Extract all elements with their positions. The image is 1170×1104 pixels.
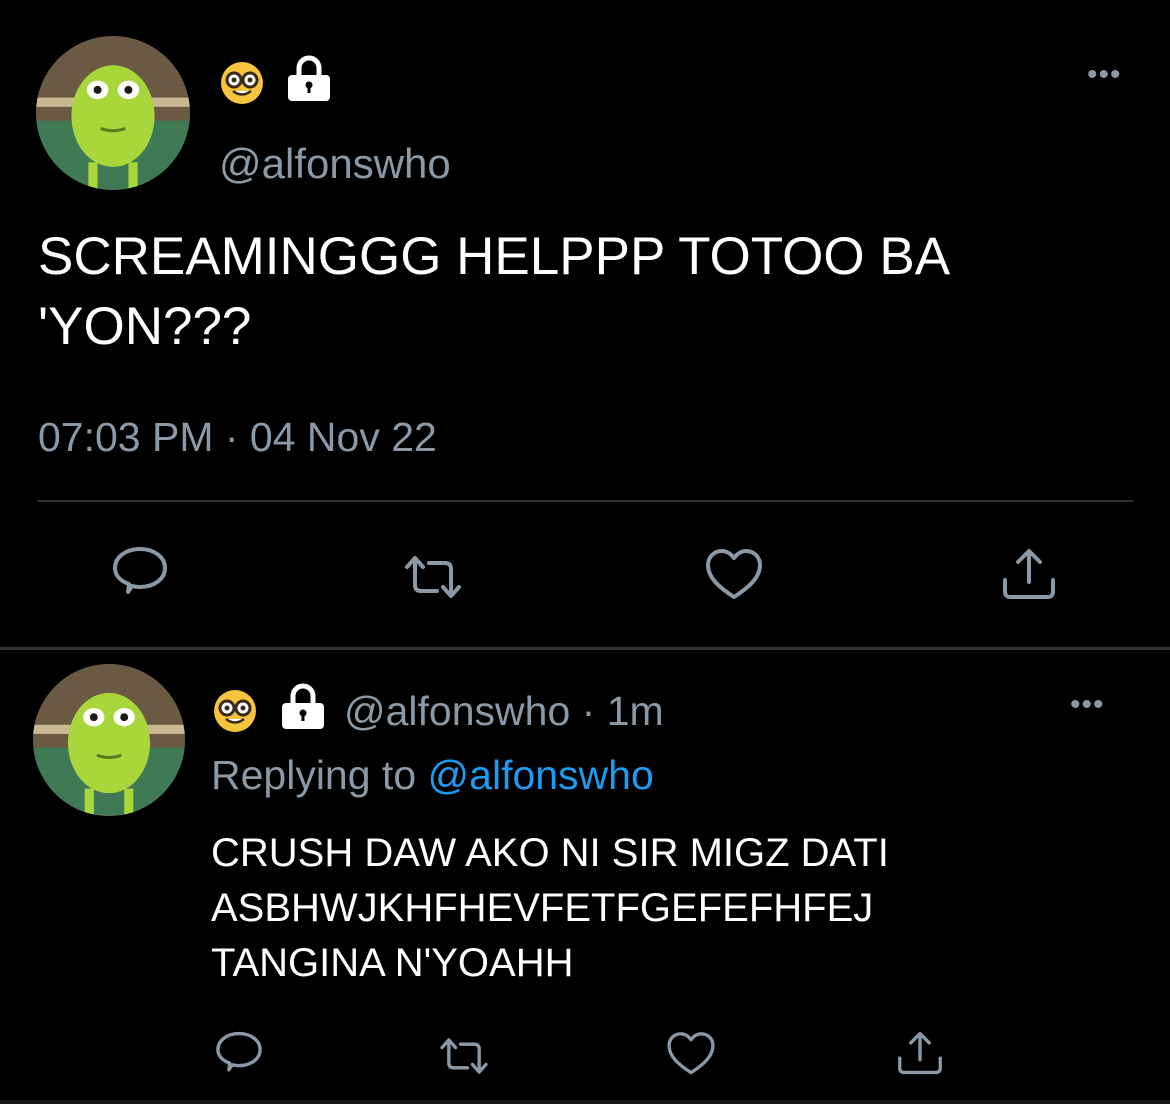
more-options-button[interactable]: ••• [1070, 690, 1105, 720]
share-icon [1003, 549, 1055, 599]
reply-icon [216, 1031, 262, 1072]
more-options-button[interactable]: ••• [1087, 60, 1122, 90]
avatar-image [33, 664, 185, 816]
avatar[interactable] [36, 36, 190, 190]
separator: · [581, 688, 596, 734]
tweet-text: SCREAMINGGG HELPPP TOTOO BA 'YON??? [38, 222, 1138, 362]
retweet-icon [440, 1038, 488, 1074]
reply-time[interactable]: 1m [607, 688, 664, 734]
reply-text-line: ASBHWJKHFHEVFETFGEFEFHFEJ [211, 886, 874, 930]
share-button[interactable] [893, 1026, 947, 1080]
divider [0, 1100, 1170, 1104]
reply-button[interactable] [108, 540, 172, 604]
reply-author-meta: @alfonswho · 1m [344, 688, 664, 735]
reply-icon [113, 547, 167, 594]
divider [0, 647, 1170, 650]
tweet-text-line: 'YON??? [38, 297, 252, 356]
replying-to-handle-link[interactable]: @alfonswho [428, 752, 654, 798]
replying-to-label: Replying to [211, 752, 417, 798]
tweet-timestamp[interactable]: 07:03 PM · 04 Nov 22 [38, 414, 437, 461]
nerd-face-emoji [212, 688, 258, 734]
reply-text-line: TANGINA N'YOAHH [211, 941, 574, 985]
divider [37, 500, 1133, 502]
avatar-image [36, 36, 190, 190]
replying-to: Replying to @alfonswho [211, 752, 654, 799]
like-button[interactable] [702, 543, 766, 607]
reply-text-line: CRUSH DAW AKO NI SIR MIGZ DATI [211, 831, 889, 875]
nerd-face-emoji [219, 60, 265, 106]
share-button[interactable] [997, 542, 1061, 606]
share-icon [898, 1031, 942, 1075]
tweet-author-handle[interactable]: @alfonswho [219, 140, 451, 188]
lock-icon [286, 54, 332, 102]
reply-button[interactable] [212, 1026, 266, 1080]
retweet-button[interactable] [437, 1029, 491, 1083]
like-icon [706, 549, 762, 599]
lock-icon [280, 682, 326, 730]
retweet-button[interactable] [401, 545, 465, 609]
avatar[interactable] [33, 664, 185, 816]
retweet-icon [405, 556, 461, 598]
tweet-text-line: SCREAMINGGG HELPPP TOTOO BA [38, 227, 951, 286]
reply-text: CRUSH DAW AKO NI SIR MIGZ DATI ASBHWJKHF… [211, 826, 1111, 991]
reply-author-handle[interactable]: @alfonswho [344, 688, 570, 734]
like-button[interactable] [664, 1027, 718, 1081]
like-icon [667, 1032, 715, 1075]
